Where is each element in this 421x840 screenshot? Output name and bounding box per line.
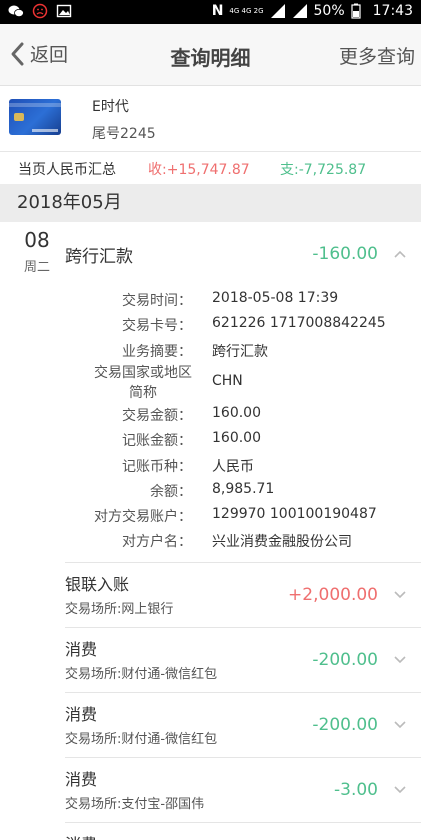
- transaction-item[interactable]: 消费: [65, 823, 421, 840]
- signal-icon-2: [292, 3, 308, 19]
- detail-row: 交易国家或地区 简称 CHN: [0, 363, 421, 403]
- chevron-down-icon[interactable]: [393, 783, 407, 797]
- transaction-location: 交易场所:财付通-微信红包: [65, 667, 218, 682]
- summary-label: 当页人民币汇总: [18, 162, 116, 178]
- status-right-icons: N 4G 4G 2G 50% 17:43: [212, 3, 413, 19]
- transaction-amount: -3.00: [334, 780, 378, 800]
- battery-icon: [351, 3, 367, 19]
- transaction-amount: -200.00: [312, 650, 378, 670]
- battery-level: 50%: [313, 3, 345, 19]
- detail-value: 人民币: [212, 459, 254, 475]
- transaction-location: 交易场所:网上银行: [65, 602, 174, 617]
- transaction-location: 交易场所:支付宝-邵国伟: [65, 797, 205, 812]
- detail-label: 对方户名：: [122, 534, 192, 550]
- day-label: 08 周二: [17, 228, 57, 275]
- expanded-transaction-header[interactable]: 跨行汇款 -160.00: [65, 232, 421, 278]
- transaction-title: 跨行汇款: [65, 247, 133, 267]
- wechat-icon: [8, 3, 24, 19]
- detail-value: CHN: [212, 373, 243, 389]
- summary-income: 收:+15,747.87: [148, 162, 250, 178]
- transaction-details: 交易时间： 2018-05-08 17:39 交易卡号： 621226 1717…: [0, 284, 421, 562]
- transaction-location: 交易场所:财付通-微信红包: [65, 732, 218, 747]
- summary-expense: 支:-7,725.87: [280, 162, 367, 178]
- transaction-item[interactable]: 银联入账 交易场所:网上银行 +2,000.00: [65, 563, 421, 625]
- detail-value: 跨行汇款: [212, 344, 268, 360]
- detail-value: 160.00: [212, 405, 261, 421]
- network-indicator: 4G 4G 2G: [229, 6, 264, 15]
- card-name: E时代: [92, 99, 129, 115]
- transaction-title: 消费: [65, 705, 98, 724]
- transaction-title: 消费: [65, 770, 98, 789]
- transaction-amount: -200.00: [312, 715, 378, 735]
- transaction-title: 消费: [65, 831, 97, 840]
- detail-label: 交易时间：: [122, 293, 192, 309]
- status-time: 17:43: [372, 3, 413, 19]
- detail-value: 8,985.71: [212, 481, 275, 497]
- nfc-icon: N: [211, 3, 224, 19]
- sad-face-icon: [32, 3, 48, 19]
- detail-label: 交易金额：: [122, 408, 192, 424]
- chevron-down-icon[interactable]: [393, 588, 407, 602]
- more-query-button[interactable]: 更多查询: [339, 42, 415, 69]
- transaction-title: 消费: [65, 640, 98, 659]
- nav-bar: 返回 查询明细 更多查询: [0, 24, 421, 86]
- signal-icon: [270, 3, 286, 19]
- status-left-icons: [8, 3, 72, 19]
- card-info: E时代 尾号2245: [0, 86, 421, 152]
- page-summary: 当页人民币汇总 收:+15,747.87 支:-7,725.87: [0, 153, 421, 184]
- detail-label: 交易卡号：: [122, 318, 192, 334]
- transaction-amount: -160.00: [312, 244, 378, 264]
- detail-label: 余额：: [150, 484, 192, 500]
- detail-label: 记账币种：: [122, 459, 192, 475]
- detail-value: 129970 100100190487: [212, 506, 377, 522]
- detail-value: 兴业消费金融股份公司: [212, 534, 352, 550]
- detail-label: 交易国家或地区 简称: [94, 365, 192, 401]
- detail-value: 2018-05-08 17:39: [212, 290, 339, 306]
- chevron-down-icon[interactable]: [393, 718, 407, 732]
- detail-value: 621226 1717008842245: [212, 315, 386, 331]
- transaction-amount: +2,000.00: [288, 585, 378, 605]
- chevron-down-icon[interactable]: [393, 653, 407, 667]
- detail-label: 记账金额：: [122, 433, 192, 449]
- detail-label: 业务摘要：: [122, 344, 192, 360]
- day-date: 08: [24, 228, 50, 252]
- card-tail-number: 尾号2245: [92, 126, 156, 142]
- transaction-item[interactable]: 消费 交易场所:支付宝-邵国伟 -3.00: [65, 758, 421, 820]
- chevron-up-icon[interactable]: [393, 247, 407, 261]
- detail-value: 160.00: [212, 430, 261, 446]
- transaction-item[interactable]: 消费 交易场所:财付通-微信红包 -200.00: [65, 628, 421, 690]
- detail-label: 对方交易账户：: [94, 509, 192, 525]
- image-icon: [56, 3, 72, 19]
- day-weekday: 周二: [23, 260, 50, 275]
- status-bar: N 4G 4G 2G 50% 17:43: [0, 0, 421, 24]
- transaction-title: 银联入账: [65, 575, 130, 594]
- month-header: 2018年05月: [0, 184, 421, 222]
- bank-card-image: [9, 99, 61, 135]
- transaction-item[interactable]: 消费 交易场所:财付通-微信红包 -200.00: [65, 693, 421, 755]
